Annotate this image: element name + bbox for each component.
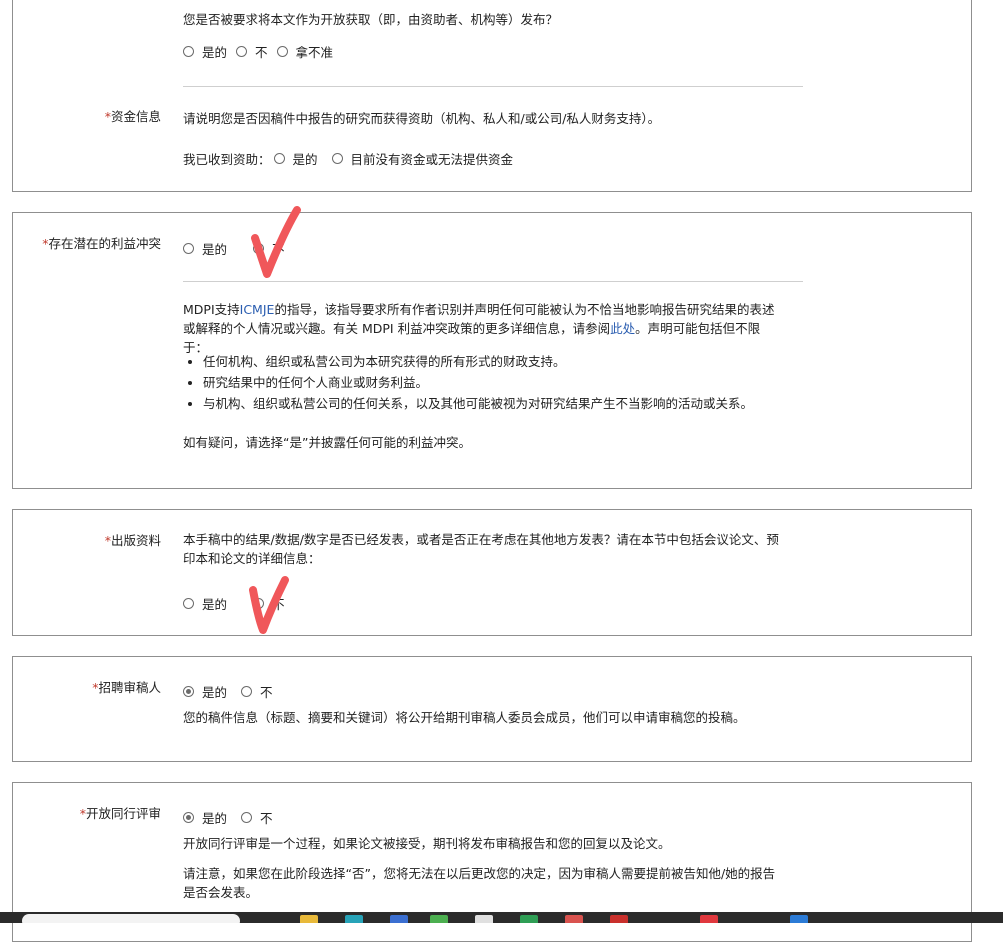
open-access-options: 是的 不 拿不准 bbox=[183, 42, 342, 61]
conflict-note: 如有疑问，请选择“是”并披露任何可能的利益冲突。 bbox=[183, 435, 471, 450]
radio-conflict-no[interactable]: 不 bbox=[253, 239, 285, 258]
reviewer-options: 是的 不 bbox=[183, 682, 282, 701]
conflict-options: 是的 不 bbox=[183, 239, 294, 258]
radio-circle-checked[interactable] bbox=[183, 686, 194, 697]
radio-circle[interactable] bbox=[273, 153, 285, 164]
radio-circle[interactable] bbox=[241, 686, 253, 697]
radio-open-access-unsure[interactable]: 拿不准 bbox=[276, 42, 333, 61]
open-review-options: 是的 不 bbox=[183, 808, 282, 827]
publication-options: 是的 不 bbox=[183, 594, 294, 613]
section-conflict-of-interest: *存在潜在的利益冲突 是的 不 MDPI支持ICMJE的指导，该指导要求所有作者… bbox=[12, 212, 972, 489]
radio-publication-yes[interactable]: 是的 bbox=[183, 594, 227, 613]
reviewer-label: *招聘审稿人 bbox=[92, 680, 161, 695]
conflict-para-line1: MDPI支持ICMJE的指导，该指导要求所有作者识别并声明任何可能被认为不恰当地… bbox=[183, 302, 775, 317]
radio-open-access-no[interactable]: 不 bbox=[236, 42, 268, 61]
radio-funding-yes[interactable]: 是的 bbox=[273, 149, 318, 168]
document-icon[interactable] bbox=[475, 915, 493, 923]
reviewer-description: 您的稿件信息（标题、摘要和关键词）将公开给期刊审稿人委员会成员，他们可以申请审稿… bbox=[183, 710, 746, 725]
radio-funding-none[interactable]: 目前没有资金或无法提供资金 bbox=[331, 149, 513, 168]
funding-received-label: 我已收到资助： bbox=[183, 152, 271, 167]
radio-circle[interactable] bbox=[276, 46, 288, 57]
radio-circle[interactable] bbox=[183, 46, 194, 57]
radio-circle[interactable] bbox=[331, 153, 343, 164]
taskbar-search-box[interactable] bbox=[22, 914, 240, 923]
open-review-description: 开放同行评审是一个过程，如果论文被接受，期刊将发布审稿报告和您的回复以及论文。 bbox=[183, 836, 671, 851]
radio-publication-no[interactable]: 不 bbox=[253, 594, 285, 613]
section-publication: *出版资料 本手稿中的结果/数据/数字是否已经发表，或者是否正在考虑在其他地方发… bbox=[12, 509, 972, 636]
radio-circle[interactable] bbox=[236, 46, 248, 57]
list-item: 任何机构、组织或私营公司为本研究获得的所有形式的财政支持。 bbox=[203, 351, 753, 372]
app-icon[interactable] bbox=[390, 915, 408, 923]
publication-description: 本手稿中的结果/数据/数字是否已经发表，或者是否正在考虑在其他地方发表？请在本节… bbox=[183, 532, 779, 566]
open-review-label: *开放同行评审 bbox=[79, 806, 161, 821]
conflict-label: *存在潜在的利益冲突 bbox=[42, 236, 161, 251]
funding-label: *资金信息 bbox=[104, 109, 161, 124]
list-item: 与机构、组织或私营公司的任何关系，以及其他可能被视为对研究结果产生不当影响的活动… bbox=[203, 393, 753, 414]
conflict-para-line2: 或解释的个人情况或兴趣。有关 MDPI 利益冲突政策的更多详细信息，请参阅此处。… bbox=[183, 321, 761, 336]
radio-open-review-yes[interactable]: 是的 bbox=[183, 808, 227, 827]
app-icon[interactable] bbox=[610, 915, 628, 923]
radio-open-access-yes[interactable]: 是的 bbox=[183, 42, 227, 61]
conflict-bullets: 任何机构、组织或私营公司为本研究获得的所有形式的财政支持。 研究结果中的任何个人… bbox=[183, 351, 753, 414]
radio-circle-checked[interactable] bbox=[183, 812, 194, 823]
section-reviewer-recruitment: *招聘审稿人 是的 不 您的稿件信息（标题、摘要和关键词）将公开给期刊审稿人委员… bbox=[12, 656, 972, 762]
section-open-access-funding: 您是否被要求将本文作为开放获取（即，由资助者、机构等）发布？ 是的 不 拿不准 … bbox=[12, 0, 972, 192]
radio-circle[interactable] bbox=[183, 598, 194, 609]
radio-circle[interactable] bbox=[241, 812, 253, 823]
publication-label: *出版资料 bbox=[104, 533, 161, 548]
file-explorer-icon[interactable] bbox=[300, 915, 318, 923]
radio-reviewer-yes[interactable]: 是的 bbox=[183, 682, 227, 701]
divider bbox=[183, 281, 803, 282]
radio-reviewer-no[interactable]: 不 bbox=[241, 682, 273, 701]
radio-open-review-no[interactable]: 不 bbox=[241, 808, 273, 827]
app-icon[interactable] bbox=[790, 915, 808, 923]
spreadsheet-icon[interactable] bbox=[520, 915, 538, 923]
chat-icon[interactable] bbox=[430, 915, 448, 923]
funding-options: 我已收到资助： 是的 目前没有资金或无法提供资金 bbox=[183, 149, 522, 168]
open-review-note: 请注意，如果您在此阶段选择“否”，您将无法在以后更改您的决定，因为审稿人需要提前… bbox=[183, 866, 776, 900]
taskbar bbox=[0, 912, 1003, 923]
radio-circle[interactable] bbox=[253, 598, 265, 609]
radio-circle[interactable] bbox=[183, 243, 194, 254]
divider bbox=[183, 86, 803, 87]
conflict-description: MDPI支持ICMJE的指导，该指导要求所有作者识别并声明任何可能被认为不恰当地… bbox=[183, 300, 823, 357]
list-item: 研究结果中的任何个人商业或财务利益。 bbox=[203, 372, 753, 393]
icmje-link[interactable]: ICMJE bbox=[240, 302, 275, 317]
funding-description: 请说明您是否因稿件中报告的研究而获得资助（机构、私人和/或公司/私人财务支持）。 bbox=[183, 111, 661, 126]
policy-link[interactable]: 此处 bbox=[610, 321, 635, 336]
app-icon[interactable] bbox=[565, 915, 583, 923]
open-access-question: 您是否被要求将本文作为开放获取（即，由资助者、机构等）发布？ bbox=[183, 12, 559, 27]
radio-conflict-yes[interactable]: 是的 bbox=[183, 239, 227, 258]
app-icon[interactable] bbox=[700, 915, 718, 923]
radio-circle[interactable] bbox=[253, 243, 265, 254]
browser-icon[interactable] bbox=[345, 915, 363, 923]
